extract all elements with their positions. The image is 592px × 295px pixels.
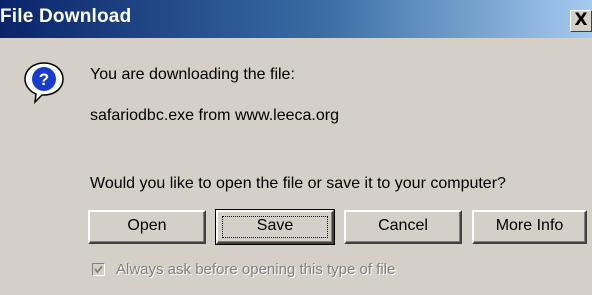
file-download-dialog: File Download X ? You are downloading th… <box>0 0 592 295</box>
question-text: Would you like to open the file or save … <box>90 175 506 192</box>
more-info-button[interactable]: More Info <box>472 210 587 244</box>
svg-text:?: ? <box>39 70 49 89</box>
save-button[interactable]: Save <box>215 209 335 245</box>
title-bar[interactable]: File Download X <box>0 0 592 38</box>
checkmark-icon <box>94 265 103 274</box>
always-ask-label: Always ask before opening this type of f… <box>116 261 396 278</box>
cancel-button[interactable]: Cancel <box>344 210 462 244</box>
window-title: File Download <box>0 6 132 27</box>
file-name-text: safariodbc.exe from www.leeca.org <box>90 107 339 124</box>
question-icon: ? <box>22 60 66 105</box>
always-ask-checkbox[interactable] <box>92 263 105 276</box>
close-button[interactable]: X <box>570 10 592 32</box>
downloading-label: You are downloading the file: <box>90 66 295 83</box>
save-button-label: Save <box>256 217 294 234</box>
open-button[interactable]: Open <box>88 210 206 244</box>
close-icon: X <box>574 10 588 30</box>
